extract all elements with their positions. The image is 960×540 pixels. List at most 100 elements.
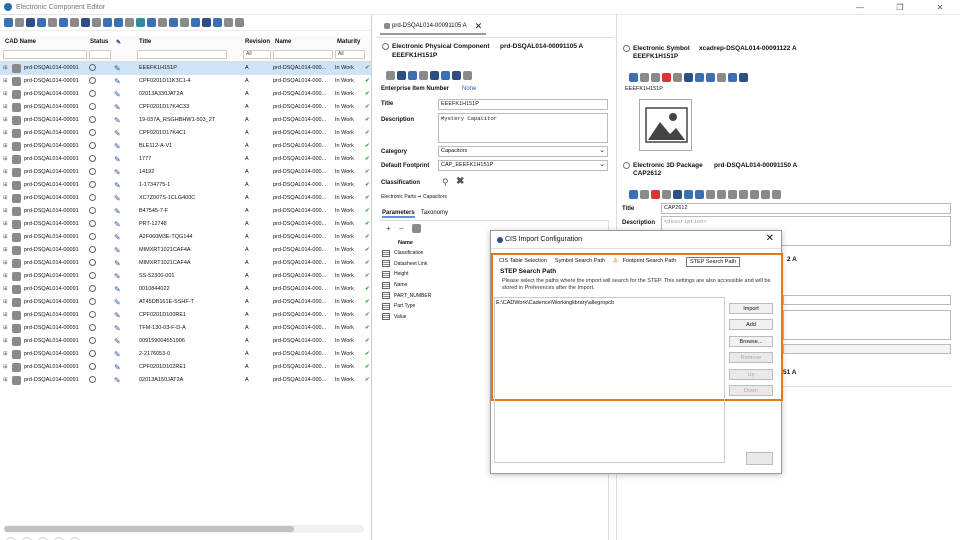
description-input[interactable]: Mystery Capacitor [438,113,608,143]
filter-cad[interactable] [3,50,87,59]
settings-icon[interactable] [158,18,167,27]
filter-revision[interactable]: All [243,50,271,59]
table-row[interactable]: ⊞ prd-DSQAL014-00091 ✎ AT45DB161E-SSHF-T Apr… [0,296,371,309]
edit-pencil-icon[interactable]: ✎ [114,309,121,322]
chip-icon[interactable] [430,70,439,80]
expand-icon[interactable]: ⊞ [3,270,8,283]
edit-pencil-icon[interactable]: ✎ [114,88,121,101]
table-row[interactable]: ⊞ prd-DSQAL014-00091 ✎ 14192 Aprd-DSQAL014-0… [0,166,371,179]
table-row[interactable]: ⊞ prd-DSQAL014-00091 ✎ BLE112-A-V1 Aprd-DSQA… [0,140,371,153]
link-icon[interactable] [92,18,101,27]
expand-icon[interactable]: ⊞ [3,153,8,166]
expand-icon[interactable]: ⊞ [3,283,8,296]
filter-status[interactable] [89,50,111,59]
tool-icon[interactable] [397,70,406,80]
network-icon[interactable] [717,72,726,82]
list-icon[interactable] [452,70,461,80]
edit-pencil-icon[interactable]: ✎ [114,335,121,348]
list-icon[interactable] [739,72,748,82]
table-row[interactable]: ⊞ prd-DSQAL014-00091 ✎ CPF0201D17K4C33 Aprd-… [0,101,371,114]
expand-icon[interactable]: ⊞ [3,322,8,335]
table-row[interactable]: ⊞ prd-DSQAL014-00091 ✎ TFM-130-03-F-D-A Aprd… [0,322,371,335]
radio-icon[interactable] [623,162,630,169]
tab-step-search-path[interactable]: STEP Search Path [686,257,741,267]
table-row[interactable]: ⊞ prd-DSQAL014-00091 ✎ 1-1734775-1 Aprd-DSQA… [0,179,371,192]
download-icon[interactable] [695,72,704,82]
expand-icon[interactable]: ⊞ [3,257,8,270]
path-list[interactable]: E:\CADWork\Cadence\Workinglibrary\allegr… [494,297,725,463]
expand-icon[interactable]: ⊞ [3,127,8,140]
edit-pencil-icon[interactable]: ✎ [114,140,121,153]
tab-parameters[interactable]: Parameters [382,210,415,218]
col-maturity[interactable]: Maturity [337,39,360,45]
refresh-icon[interactable] [136,18,145,27]
edit-pencil-icon[interactable]: ✎ [114,231,121,244]
download-icon[interactable] [684,189,693,199]
filter-title[interactable] [137,50,227,59]
component-icon[interactable] [37,18,46,27]
bookmark-icon[interactable] [26,18,35,27]
table-row[interactable]: ⊞ prd-DSQAL014-00091 ✎ 1777 Aprd-DSQAL014-00… [0,153,371,166]
edit-pencil-icon[interactable]: ✎ [114,361,121,374]
search-icon[interactable] [15,18,24,27]
maximize-button[interactable]: ❐ [880,0,920,15]
parameter-item[interactable]: Classification [382,248,492,259]
parameter-item[interactable]: Height [382,269,492,280]
view-icon[interactable] [629,72,638,82]
edit-pencil-icon[interactable]: ✎ [114,218,121,231]
filter-name[interactable] [273,50,333,59]
search-icon[interactable]: ⚲ [442,177,449,188]
pkg-title-input[interactable]: CAP2612 [661,203,951,214]
tab-footprint-search-path[interactable]: ⚠ Footprint Search Path [610,257,684,267]
browse-button[interactable]: Browse... [729,336,773,347]
cube-icon[interactable] [717,189,726,199]
print-icon[interactable] [235,18,244,27]
parameter-item[interactable]: PART_NUMBER [382,290,492,301]
copy-param-icon[interactable] [411,224,421,234]
footprint-select[interactable]: CAP_EEEFK1H151P [438,160,608,171]
tab-cis-table-selection[interactable]: CIS Table Selection [496,257,550,267]
eii-value[interactable]: None [462,86,476,92]
link-icon[interactable] [706,72,715,82]
network-icon[interactable] [213,18,222,27]
remove-param-icon[interactable]: − [399,224,404,233]
edit-pencil-icon[interactable]: ✎ [114,257,121,270]
layout-icon[interactable] [202,18,211,27]
expand-icon[interactable]: ⊞ [3,244,8,257]
table-row[interactable]: ⊞ prd-DSQAL014-00091 ✎ 02013A150JAT2A Aprd-D… [0,374,371,387]
network-icon[interactable] [706,189,715,199]
view-icon[interactable] [169,18,178,27]
table-row[interactable]: ⊞ prd-DSQAL014-00091 ✎ 02013A330JAT2A Aprd-D… [0,88,371,101]
col-name[interactable]: Name [275,39,291,45]
remove-icon[interactable] [662,72,671,82]
field-input[interactable] [783,295,951,305]
table-row[interactable]: ⊞ prd-DSQAL014-00091 ✎ XC7Z007S-1CLG400C Apr… [0,192,371,205]
expand-icon[interactable]: ⊞ [3,348,8,361]
table-row[interactable]: ⊞ prd-DSQAL014-00091 ✎ 0010844022 Aprd-DSQAL… [0,283,371,296]
minimize-button[interactable]: — [840,0,880,15]
edit-pencil-icon[interactable]: ✎ [114,244,121,257]
expand-icon[interactable]: ⊞ [3,374,8,387]
zoom-icon[interactable] [640,72,649,82]
tab-taxonomy[interactable]: Taxonomy [421,210,448,218]
expand-icon[interactable]: ⊞ [3,179,8,192]
category-select[interactable]: Capacitors [438,146,608,157]
expand-icon[interactable]: ⊞ [3,140,8,153]
field-textarea[interactable] [783,310,951,340]
cube-view-icon[interactable] [728,189,737,199]
remove-button[interactable]: Remove [729,352,773,363]
down-button[interactable]: Down [729,385,773,396]
edit-pencil-icon[interactable]: ✎ [114,283,121,296]
close-button[interactable]: ✕ [920,0,960,15]
pencil-icon[interactable] [386,70,395,80]
filter-icon[interactable] [180,18,189,27]
parameter-item[interactable]: Part Type [382,301,492,312]
edit-pencil-icon[interactable]: ✎ [114,153,121,166]
edit-pencil-icon[interactable]: ✎ [114,296,121,309]
edit-pencil-icon[interactable]: ✎ [114,101,121,114]
edit-pencil-icon[interactable]: ✎ [114,374,121,387]
expand-icon[interactable]: ⊞ [3,205,8,218]
dialog-close-icon[interactable]: ✕ [766,233,774,244]
network-icon[interactable] [419,70,428,80]
tab-symbol-search-path[interactable]: Symbol Search Path [552,257,608,267]
